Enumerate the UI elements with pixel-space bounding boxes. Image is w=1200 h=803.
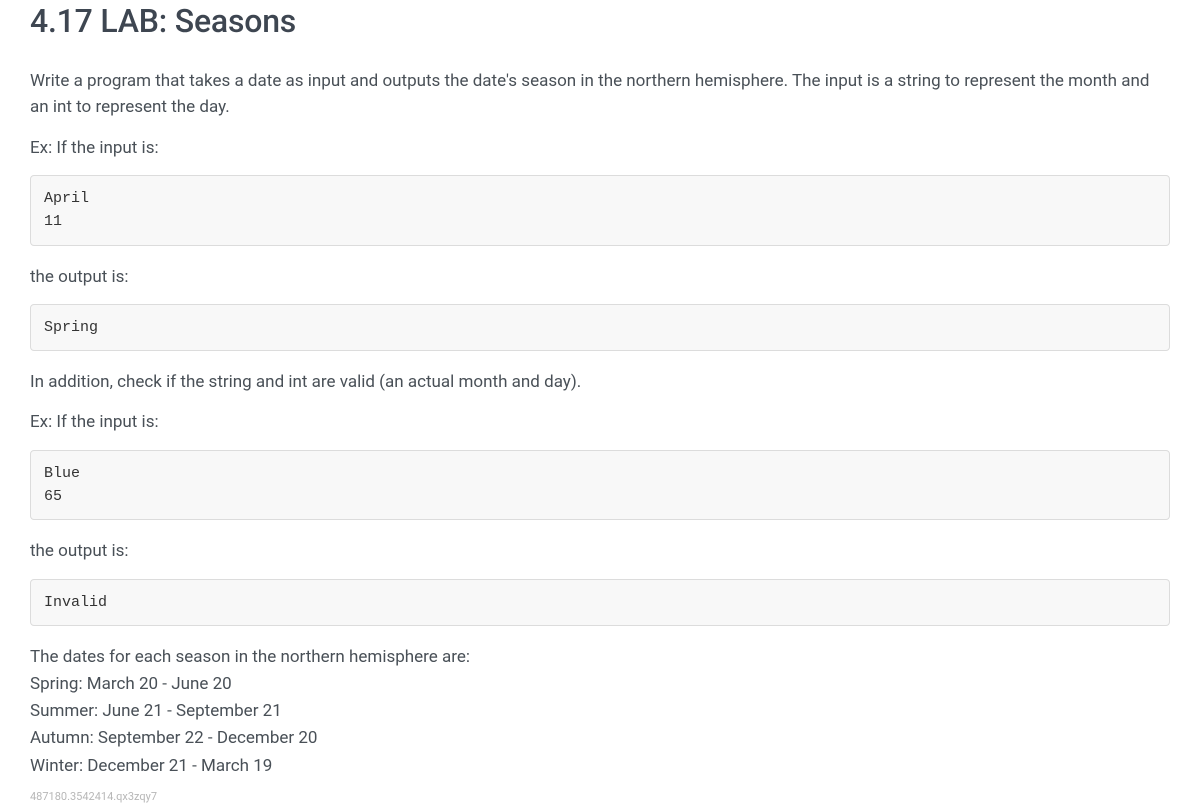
validation-paragraph: In addition, check if the string and int… (30, 369, 1170, 395)
page-title: 4.17 LAB: Seasons (30, 2, 1170, 40)
example-2-label: Ex: If the input is: (30, 409, 1170, 435)
example-2-input: Blue 65 (30, 450, 1170, 521)
output-1-label: the output is: (30, 264, 1170, 290)
example-1-output: Spring (30, 304, 1170, 351)
seasons-list: The dates for each season in the norther… (30, 644, 1170, 780)
example-1-label: Ex: If the input is: (30, 135, 1170, 161)
output-2-label: the output is: (30, 538, 1170, 564)
example-2-output: Invalid (30, 579, 1170, 626)
intro-paragraph: Write a program that takes a date as inp… (30, 68, 1170, 121)
footer-id: 487180.3542414.qx3zqy7 (30, 790, 1170, 803)
example-1-input: April 11 (30, 175, 1170, 246)
